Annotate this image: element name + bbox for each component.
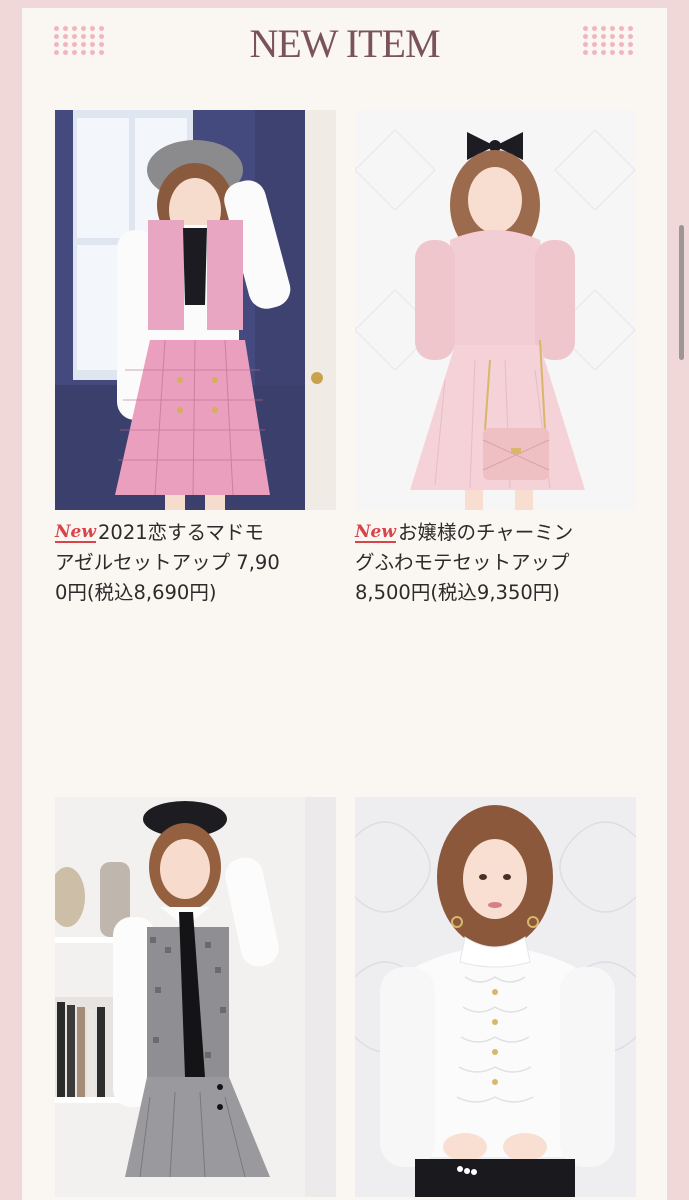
- section-header: NEW ITEM: [22, 8, 667, 78]
- product-image[interactable]: [355, 110, 636, 510]
- decorative-dot-pattern-right: [583, 26, 635, 56]
- new-badge: New: [55, 522, 96, 543]
- product-card[interactable]: New 2021恋するマドモ アゼルセットアップ 7,90 0円(税込8,690円…: [55, 110, 336, 608]
- scrollbar[interactable]: [679, 225, 684, 360]
- section-title: NEW ITEM: [249, 21, 440, 66]
- product-name[interactable]: New 2021恋するマドモ アゼルセットアップ 7,90: [55, 518, 336, 578]
- product-image[interactable]: [55, 797, 336, 1197]
- product-card[interactable]: [355, 797, 636, 1197]
- product-card[interactable]: New お嬢様のチャーミン グふわモテセットアップ 8,500円(税込9,350円…: [355, 110, 636, 608]
- new-badge: New: [355, 522, 396, 543]
- product-image[interactable]: [55, 110, 336, 510]
- product-name[interactable]: New お嬢様のチャーミン グふわモテセットアップ: [355, 518, 636, 578]
- product-card[interactable]: [55, 797, 336, 1197]
- page-container: NEW ITEM New 2021恋するマドモ アゼルセットアップ 7,90 0…: [22, 8, 667, 1200]
- product-image[interactable]: [355, 797, 636, 1197]
- product-price: 8,500円(税込9,350円): [355, 581, 560, 604]
- product-price: 0円(税込8,690円): [55, 581, 217, 604]
